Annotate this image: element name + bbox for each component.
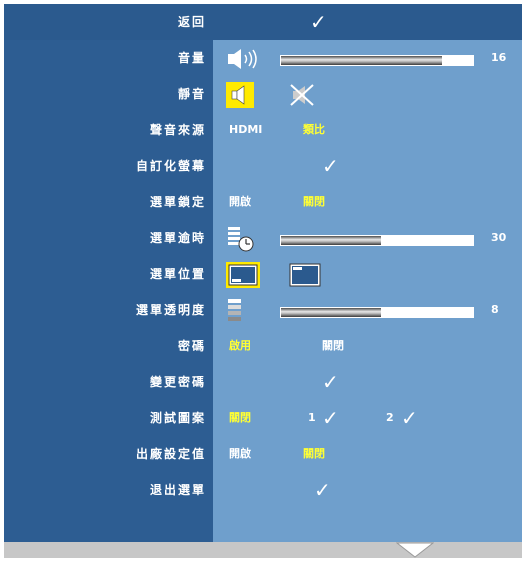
checkmark-icon[interactable]: ✓ bbox=[401, 400, 418, 436]
option-on[interactable]: 開啟 bbox=[229, 184, 251, 220]
checkmark-icon[interactable]: ✓ bbox=[322, 364, 339, 400]
menu-label-menu-lock: 選單鎖定 bbox=[149, 195, 206, 209]
option-pattern-2[interactable]: 2 bbox=[386, 400, 394, 436]
menu-label-custom-screen: 自訂化螢幕 bbox=[135, 159, 206, 173]
menu-label-volume: 音量 bbox=[177, 51, 206, 65]
menu-timeout-value: 30 bbox=[491, 231, 507, 244]
checkmark-icon[interactable]: ✓ bbox=[322, 148, 339, 184]
menu-label-menu-timeout: 選單逾時 bbox=[149, 231, 206, 245]
option-hdmi[interactable]: HDMI bbox=[229, 112, 262, 148]
menu-row-custom-screen: 自訂化螢幕 ✓ bbox=[4, 148, 522, 184]
option-off[interactable]: 關閉 bbox=[303, 184, 325, 220]
menu-row-factory-reset: 出廠設定值 開啟 關閉 bbox=[4, 436, 522, 472]
menu-label-menu-position: 選單位置 bbox=[149, 267, 206, 281]
menu-timeout-slider-fill bbox=[281, 236, 381, 245]
menu-row-password: 密碼 啟用 關閉 bbox=[4, 328, 522, 364]
menu-label-back: 返回 bbox=[177, 15, 206, 29]
option-off[interactable]: 關閉 bbox=[229, 400, 251, 436]
menu-transparency-value: 8 bbox=[491, 303, 499, 316]
option-off[interactable]: 關閉 bbox=[322, 328, 344, 364]
scroll-down-arrow-icon[interactable] bbox=[396, 542, 434, 558]
menu-label-menu-transparency: 選單透明度 bbox=[135, 303, 206, 317]
option-off[interactable]: 關閉 bbox=[303, 436, 325, 472]
menu-position-icon[interactable] bbox=[226, 262, 260, 288]
menu-row-mute: 靜音 bbox=[4, 76, 522, 112]
speaker-muted-icon[interactable] bbox=[288, 83, 316, 107]
menu-timeout-slider[interactable] bbox=[280, 235, 474, 246]
menu-transparency-slider[interactable] bbox=[280, 307, 474, 318]
menu-row-menu-transparency: 選單透明度 8 bbox=[4, 292, 522, 328]
menu-row-back[interactable]: 返回 ✓ bbox=[4, 4, 522, 40]
menu-row-menu-lock: 選單鎖定 開啟 關閉 bbox=[4, 184, 522, 220]
speaker-icon[interactable] bbox=[226, 82, 254, 108]
volume-value: 16 bbox=[491, 51, 507, 64]
menu-row-test-pattern: 測試圖案 關閉 1 ✓ 2 ✓ bbox=[4, 400, 522, 436]
menu-timer-icon bbox=[228, 227, 254, 252]
volume-slider-fill bbox=[281, 56, 443, 65]
menu-position-icon[interactable] bbox=[289, 263, 321, 287]
menu-label-test-pattern: 測試圖案 bbox=[149, 411, 206, 425]
menu-row-menu-timeout: 選單逾時 30 bbox=[4, 220, 522, 256]
checkmark-icon[interactable]: ✓ bbox=[314, 472, 331, 508]
option-on[interactable]: 開啟 bbox=[229, 436, 251, 472]
menu-row-volume: 音量 16 bbox=[4, 40, 522, 76]
option-enable[interactable]: 啟用 bbox=[229, 328, 251, 364]
option-pattern-1[interactable]: 1 bbox=[308, 400, 316, 436]
menu-label-factory-reset: 出廠設定值 bbox=[135, 447, 206, 461]
menu-label-audio-source: 聲音來源 bbox=[149, 123, 206, 137]
menu-row-audio-source: 聲音來源 HDMI 類比 bbox=[4, 112, 522, 148]
menu-transparency-slider-fill bbox=[281, 308, 381, 317]
volume-slider[interactable] bbox=[280, 55, 474, 66]
menu-row-exit[interactable]: 退出選單 ✓ bbox=[4, 472, 522, 508]
menu-row-menu-position: 選單位置 bbox=[4, 256, 522, 292]
checkmark-icon[interactable]: ✓ bbox=[322, 400, 339, 436]
menu-row-change-password: 變更密碼 ✓ bbox=[4, 364, 522, 400]
menu-label-password: 密碼 bbox=[177, 339, 206, 353]
scroll-footer[interactable] bbox=[4, 542, 522, 558]
checkmark-icon[interactable]: ✓ bbox=[310, 4, 327, 40]
speaker-icon bbox=[228, 49, 257, 69]
menu-transparency-icon bbox=[228, 299, 241, 321]
menu-label-mute: 靜音 bbox=[177, 87, 206, 101]
menu-label-change-password: 變更密碼 bbox=[149, 375, 206, 389]
option-analog[interactable]: 類比 bbox=[303, 112, 325, 148]
menu-label-exit: 退出選單 bbox=[149, 483, 206, 497]
projector-osd-menu: 返回 ✓ 音量 16 靜音 聲音來源 HDMI 類比 自訂化螢幕 ✓ 選單鎖定 … bbox=[4, 4, 522, 558]
